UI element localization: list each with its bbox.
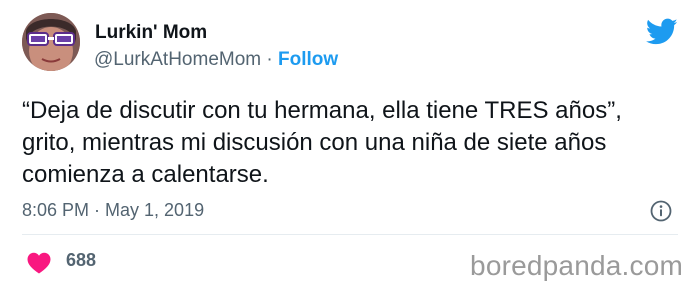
tweet-card: Lurkin' Mom @LurkAtHomeMom · Follow “Dej…	[0, 0, 700, 288]
tweet-text-line: comienza a calentarse.	[22, 161, 269, 188]
twitter-bird-icon[interactable]	[646, 18, 678, 46]
tweet-text-line: “Deja de discutir con tu hermana, ella t…	[22, 97, 622, 124]
heart-icon[interactable]	[27, 252, 51, 274]
tweet-timestamp[interactable]: 8:06 PM · May 1, 2019	[22, 200, 204, 221]
tweet-text-line: grito, mientras mi discusión con una niñ…	[22, 129, 607, 156]
avatar-image	[22, 13, 80, 71]
author-handle[interactable]: @LurkAtHomeMom	[94, 49, 261, 70]
watermark: boredpanda.com	[470, 250, 683, 281]
author-handle-row: @LurkAtHomeMom · Follow	[94, 49, 338, 71]
author-name[interactable]: Lurkin' Mom	[95, 22, 207, 44]
info-icon[interactable]	[650, 200, 672, 222]
tweet-text: “Deja de discutir con tu hermana, ella t…	[22, 95, 682, 191]
divider	[22, 234, 678, 235]
like-count: 688	[66, 250, 97, 270]
follow-button[interactable]: Follow	[278, 49, 338, 70]
avatar[interactable]	[22, 13, 80, 71]
separator-dot: ·	[266, 49, 273, 70]
